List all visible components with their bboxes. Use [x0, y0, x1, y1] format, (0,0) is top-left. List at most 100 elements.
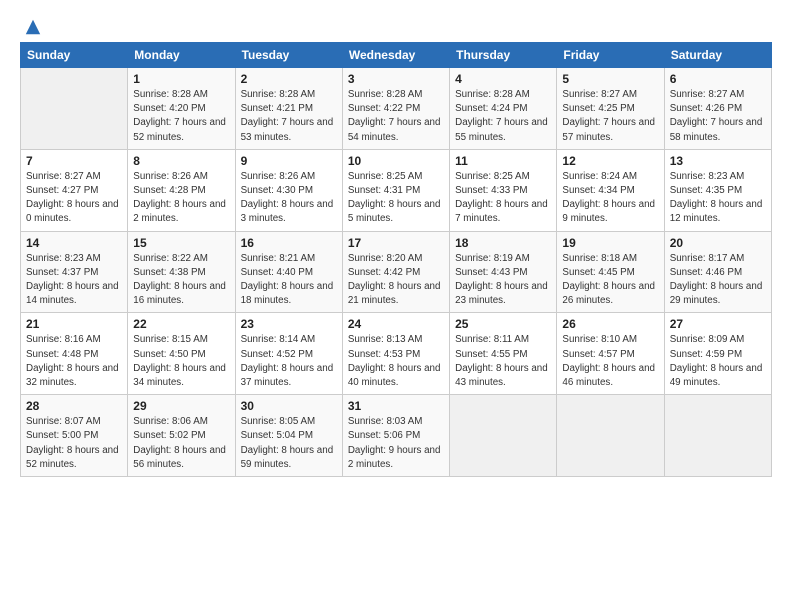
- logo-icon: [24, 18, 42, 36]
- day-cell: 30 Sunrise: 8:05 AM Sunset: 5:04 PM Dayli…: [235, 395, 342, 477]
- day-cell: 11 Sunrise: 8:25 AM Sunset: 4:33 PM Dayli…: [450, 149, 557, 231]
- day-detail: Sunrise: 8:17 AM Sunset: 4:46 PM Dayligh…: [670, 252, 766, 309]
- day-cell: 3 Sunrise: 8:28 AM Sunset: 4:22 PM Daylig…: [342, 68, 449, 150]
- weekday-header-row: SundayMondayTuesdayWednesdayThursdayFrid…: [21, 43, 772, 68]
- day-detail: Sunrise: 8:26 AM Sunset: 4:28 PM Dayligh…: [133, 170, 229, 227]
- day-detail: Sunrise: 8:11 AM Sunset: 4:55 PM Dayligh…: [455, 333, 551, 390]
- day-detail: Sunrise: 8:16 AM Sunset: 4:48 PM Dayligh…: [26, 333, 122, 390]
- day-number: 18: [455, 236, 551, 250]
- day-detail: Sunrise: 8:23 AM Sunset: 4:37 PM Dayligh…: [26, 252, 122, 309]
- day-number: 13: [670, 154, 766, 168]
- day-number: 20: [670, 236, 766, 250]
- day-detail: Sunrise: 8:25 AM Sunset: 4:33 PM Dayligh…: [455, 170, 551, 227]
- day-cell: 19 Sunrise: 8:18 AM Sunset: 4:45 PM Dayli…: [557, 231, 664, 313]
- logo: [20, 18, 42, 32]
- weekday-header-thursday: Thursday: [450, 43, 557, 68]
- day-cell: 23Sunrise: 8:14 AM Sunset: 4:52 PM Dayli…: [235, 313, 342, 395]
- week-row-4: 21 Sunrise: 8:16 AM Sunset: 4:48 PM Dayli…: [21, 313, 772, 395]
- day-cell: 21 Sunrise: 8:16 AM Sunset: 4:48 PM Dayli…: [21, 313, 128, 395]
- day-number: 7: [26, 154, 122, 168]
- day-number: 14: [26, 236, 122, 250]
- day-number: 23: [241, 317, 337, 331]
- day-number: 2: [241, 72, 337, 86]
- page: SundayMondayTuesdayWednesdayThursdayFrid…: [0, 0, 792, 487]
- weekday-header-saturday: Saturday: [664, 43, 771, 68]
- day-cell: 8 Sunrise: 8:26 AM Sunset: 4:28 PM Daylig…: [128, 149, 235, 231]
- day-detail: Sunrise: 8:15 AM Sunset: 4:50 PM Dayligh…: [133, 333, 229, 390]
- day-cell: 12Sunrise: 8:24 AM Sunset: 4:34 PM Dayli…: [557, 149, 664, 231]
- day-number: 21: [26, 317, 122, 331]
- day-number: 6: [670, 72, 766, 86]
- day-detail: Sunrise: 8:06 AM Sunset: 5:02 PM Dayligh…: [133, 415, 229, 472]
- day-detail: Sunrise: 8:18 AM Sunset: 4:45 PM Dayligh…: [562, 252, 658, 309]
- day-cell: 5 Sunrise: 8:27 AM Sunset: 4:25 PM Daylig…: [557, 68, 664, 150]
- day-cell: 26 Sunrise: 8:10 AM Sunset: 4:57 PM Dayli…: [557, 313, 664, 395]
- day-cell: 29 Sunrise: 8:06 AM Sunset: 5:02 PM Dayli…: [128, 395, 235, 477]
- day-number: 24: [348, 317, 444, 331]
- weekday-header-sunday: Sunday: [21, 43, 128, 68]
- day-detail: Sunrise: 8:05 AM Sunset: 5:04 PM Dayligh…: [241, 415, 337, 472]
- day-detail: Sunrise: 8:28 AM Sunset: 4:20 PM Dayligh…: [133, 88, 229, 145]
- day-cell: 24 Sunrise: 8:13 AM Sunset: 4:53 PM Dayli…: [342, 313, 449, 395]
- day-cell: 27 Sunrise: 8:09 AM Sunset: 4:59 PM Dayli…: [664, 313, 771, 395]
- day-number: 30: [241, 399, 337, 413]
- day-detail: Sunrise: 8:23 AM Sunset: 4:35 PM Dayligh…: [670, 170, 766, 227]
- day-detail: Sunrise: 8:10 AM Sunset: 4:57 PM Dayligh…: [562, 333, 658, 390]
- day-number: 17: [348, 236, 444, 250]
- day-cell: 2 Sunrise: 8:28 AM Sunset: 4:21 PM Daylig…: [235, 68, 342, 150]
- day-detail: Sunrise: 8:24 AM Sunset: 4:34 PM Dayligh…: [562, 170, 658, 227]
- day-detail: Sunrise: 8:20 AM Sunset: 4:42 PM Dayligh…: [348, 252, 444, 309]
- day-detail: Sunrise: 8:28 AM Sunset: 4:22 PM Dayligh…: [348, 88, 444, 145]
- day-number: 4: [455, 72, 551, 86]
- day-cell: 22Sunrise: 8:15 AM Sunset: 4:50 PM Dayli…: [128, 313, 235, 395]
- day-number: 25: [455, 317, 551, 331]
- week-row-1: 1 Sunrise: 8:28 AM Sunset: 4:20 PM Daylig…: [21, 68, 772, 150]
- day-number: 9: [241, 154, 337, 168]
- day-detail: Sunrise: 8:27 AM Sunset: 4:26 PM Dayligh…: [670, 88, 766, 145]
- day-detail: Sunrise: 8:27 AM Sunset: 4:25 PM Dayligh…: [562, 88, 658, 145]
- day-cell: 28 Sunrise: 8:07 AM Sunset: 5:00 PM Dayli…: [21, 395, 128, 477]
- day-number: 8: [133, 154, 229, 168]
- day-detail: Sunrise: 8:03 AM Sunset: 5:06 PM Dayligh…: [348, 415, 444, 472]
- day-cell: 9 Sunrise: 8:26 AM Sunset: 4:30 PM Daylig…: [235, 149, 342, 231]
- day-detail: Sunrise: 8:13 AM Sunset: 4:53 PM Dayligh…: [348, 333, 444, 390]
- day-cell: 1 Sunrise: 8:28 AM Sunset: 4:20 PM Daylig…: [128, 68, 235, 150]
- day-detail: Sunrise: 8:28 AM Sunset: 4:21 PM Dayligh…: [241, 88, 337, 145]
- day-detail: Sunrise: 8:19 AM Sunset: 4:43 PM Dayligh…: [455, 252, 551, 309]
- day-number: 27: [670, 317, 766, 331]
- day-cell: 14 Sunrise: 8:23 AM Sunset: 4:37 PM Dayli…: [21, 231, 128, 313]
- day-cell: 15Sunrise: 8:22 AM Sunset: 4:38 PM Dayli…: [128, 231, 235, 313]
- day-cell: 13 Sunrise: 8:23 AM Sunset: 4:35 PM Dayli…: [664, 149, 771, 231]
- week-row-2: 7 Sunrise: 8:27 AM Sunset: 4:27 PM Daylig…: [21, 149, 772, 231]
- day-cell: [557, 395, 664, 477]
- day-number: 3: [348, 72, 444, 86]
- header: [20, 18, 772, 32]
- day-detail: Sunrise: 8:21 AM Sunset: 4:40 PM Dayligh…: [241, 252, 337, 309]
- day-cell: 4Sunrise: 8:28 AM Sunset: 4:24 PM Daylig…: [450, 68, 557, 150]
- day-cell: 31Sunrise: 8:03 AM Sunset: 5:06 PM Dayli…: [342, 395, 449, 477]
- calendar-table: SundayMondayTuesdayWednesdayThursdayFrid…: [20, 42, 772, 477]
- day-cell: 6 Sunrise: 8:27 AM Sunset: 4:26 PM Daylig…: [664, 68, 771, 150]
- day-number: 26: [562, 317, 658, 331]
- weekday-header-monday: Monday: [128, 43, 235, 68]
- day-detail: Sunrise: 8:07 AM Sunset: 5:00 PM Dayligh…: [26, 415, 122, 472]
- day-cell: 17 Sunrise: 8:20 AM Sunset: 4:42 PM Dayli…: [342, 231, 449, 313]
- day-number: 28: [26, 399, 122, 413]
- day-cell: [664, 395, 771, 477]
- day-number: 5: [562, 72, 658, 86]
- day-cell: 7 Sunrise: 8:27 AM Sunset: 4:27 PM Daylig…: [21, 149, 128, 231]
- day-detail: Sunrise: 8:27 AM Sunset: 4:27 PM Dayligh…: [26, 170, 122, 227]
- day-detail: Sunrise: 8:26 AM Sunset: 4:30 PM Dayligh…: [241, 170, 337, 227]
- day-cell: 25 Sunrise: 8:11 AM Sunset: 4:55 PM Dayli…: [450, 313, 557, 395]
- day-number: 19: [562, 236, 658, 250]
- weekday-header-wednesday: Wednesday: [342, 43, 449, 68]
- day-number: 11: [455, 154, 551, 168]
- weekday-header-tuesday: Tuesday: [235, 43, 342, 68]
- weekday-header-friday: Friday: [557, 43, 664, 68]
- day-detail: Sunrise: 8:09 AM Sunset: 4:59 PM Dayligh…: [670, 333, 766, 390]
- day-number: 16: [241, 236, 337, 250]
- day-cell: 20 Sunrise: 8:17 AM Sunset: 4:46 PM Dayli…: [664, 231, 771, 313]
- day-number: 29: [133, 399, 229, 413]
- day-cell: [450, 395, 557, 477]
- day-number: 1: [133, 72, 229, 86]
